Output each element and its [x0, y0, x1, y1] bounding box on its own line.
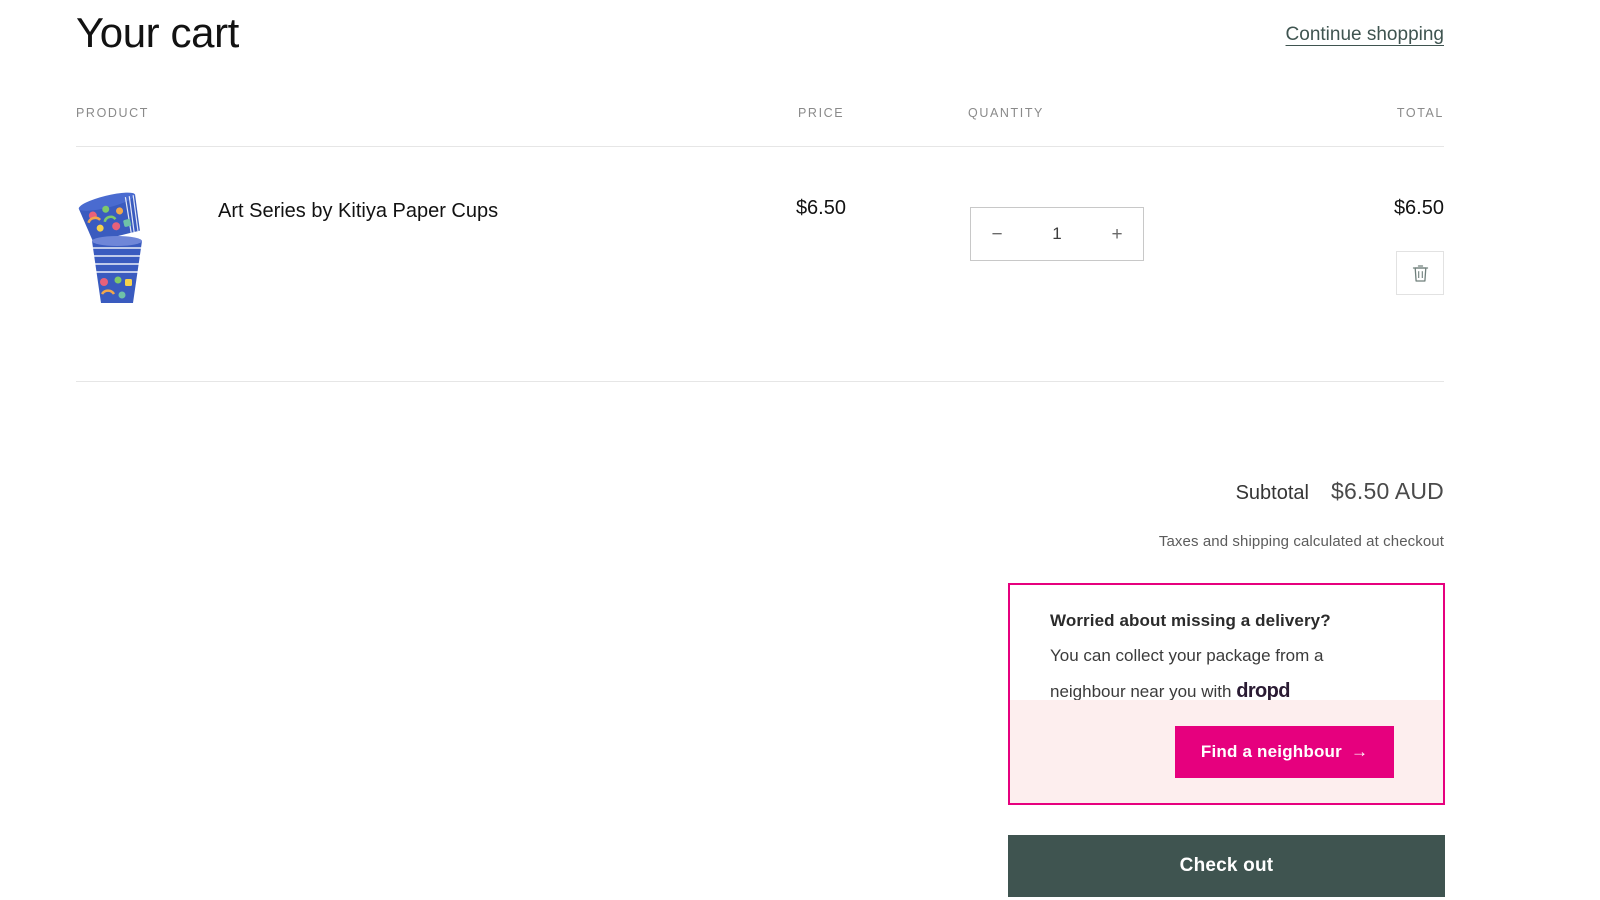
promo-cta-area: Find a neighbour →: [1010, 700, 1443, 803]
column-header-price: PRICE: [798, 106, 844, 120]
paper-cups-image: [76, 185, 166, 305]
cart-header: Your cart Continue shopping: [76, 10, 1444, 56]
promo-body-line-2: neighbour near you with: [1050, 682, 1231, 701]
product-title-link[interactable]: Art Series by Kitiya Paper Cups: [218, 197, 498, 225]
product-price: $6.50: [716, 197, 846, 220]
continue-shopping-link[interactable]: Continue shopping: [1286, 24, 1444, 47]
checkout-button[interactable]: Check out: [1008, 835, 1445, 897]
cart-page: Your cart Continue shopping PRODUCT PRIC…: [0, 0, 1600, 900]
column-header-quantity: QUANTITY: [968, 106, 1044, 120]
cart-table-header: PRODUCT PRICE QUANTITY TOTAL: [76, 106, 1444, 146]
promo-heading: Worried about missing a delivery?: [1050, 611, 1403, 631]
arrow-right-icon: →: [1351, 742, 1368, 762]
tax-shipping-note: Taxes and shipping calculated at checkou…: [1159, 533, 1444, 550]
trash-icon: [1412, 264, 1429, 283]
product-thumbnail[interactable]: [76, 185, 166, 305]
dropd-promo-box: Worried about missing a delivery? You ca…: [1008, 583, 1445, 805]
product-line-total: $6.50: [1394, 197, 1444, 220]
subtotal-row: Subtotal $6.50 AUD: [1236, 478, 1444, 505]
find-a-neighbour-button[interactable]: Find a neighbour →: [1175, 726, 1394, 778]
column-header-product: PRODUCT: [76, 106, 149, 120]
subtotal-value: $6.50 AUD: [1331, 478, 1444, 505]
table-divider-top: [76, 146, 1444, 147]
subtotal-label: Subtotal: [1236, 482, 1309, 505]
quantity-input[interactable]: [1023, 224, 1091, 244]
table-divider-bottom: [76, 381, 1444, 382]
quantity-increase-button[interactable]: +: [1091, 208, 1143, 260]
find-a-neighbour-label: Find a neighbour: [1201, 742, 1342, 762]
remove-item-button[interactable]: [1396, 251, 1444, 295]
page-title: Your cart: [76, 10, 239, 56]
quantity-stepper: − +: [970, 207, 1144, 261]
dropd-wordmark: dropd: [1236, 680, 1290, 702]
column-header-total: TOTAL: [1397, 106, 1444, 120]
promo-body-line-1: You can collect your package from a: [1050, 646, 1323, 665]
table-row: Art Series by Kitiya Paper Cups $6.50 − …: [76, 185, 1444, 315]
quantity-decrease-button[interactable]: −: [971, 208, 1023, 260]
